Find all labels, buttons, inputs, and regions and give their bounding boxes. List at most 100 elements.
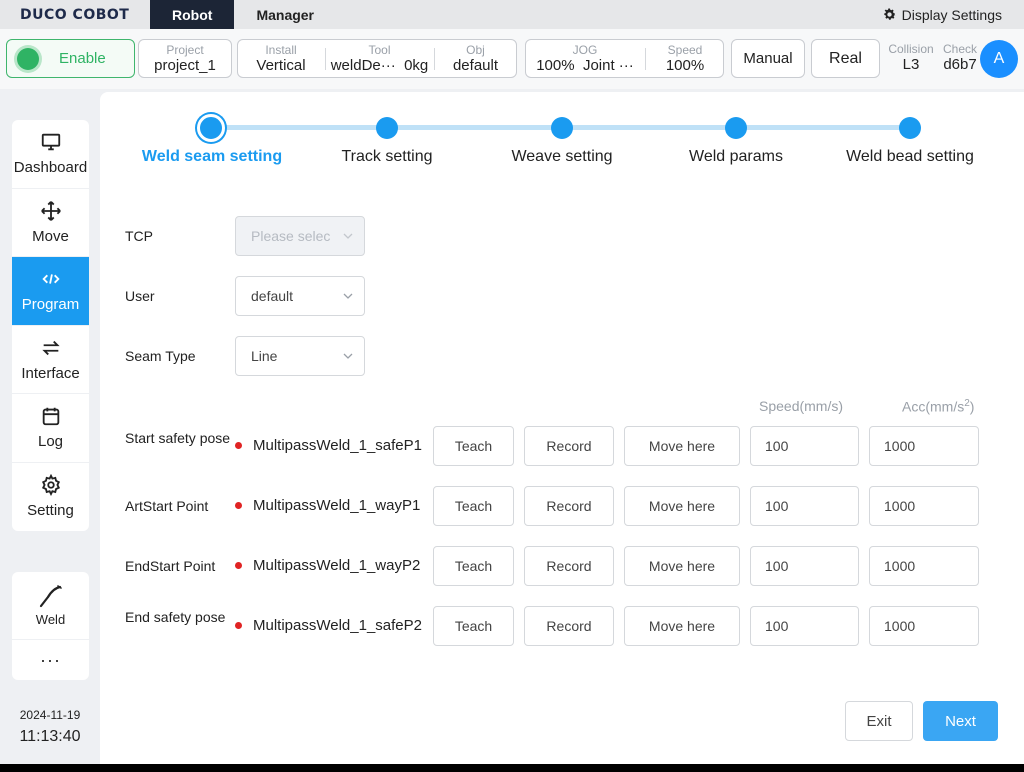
status-dot [235, 502, 242, 509]
check-value: d6b7 [943, 55, 977, 73]
seam-type-value: Line [251, 348, 278, 364]
tool-weight: 0kg [404, 56, 429, 74]
install-tool-obj-group[interactable]: Install Vertical Tool weldDe··· 0kg Obj … [237, 39, 517, 78]
gear-icon [883, 8, 895, 20]
exit-button[interactable]: Exit [845, 701, 913, 741]
point-name: MultipassWeld_1_wayP1 [253, 497, 421, 514]
acc-head-close: ) [969, 398, 975, 415]
acc-input[interactable]: 1000 [869, 606, 979, 646]
quick-nav: Weld ··· [12, 572, 89, 680]
step-dot-2[interactable] [376, 117, 398, 139]
step-dot-1[interactable] [197, 114, 225, 142]
record-button[interactable]: Record [524, 606, 614, 646]
point-name: MultipassWeld_1_safeP1 [253, 437, 422, 454]
move-here-button[interactable]: Move here [624, 426, 740, 466]
nav-label: Setting [27, 502, 74, 520]
project-selector[interactable]: Project project_1 [138, 39, 232, 78]
display-settings-label: Display Settings [901, 6, 1002, 23]
check-key: Check [942, 41, 977, 56]
jog-speed-group[interactable]: JOG 100% Joint ··· Speed 100% [525, 39, 724, 78]
tool-name: weldDe··· [330, 56, 396, 74]
seam-type-select[interactable]: Line [235, 336, 365, 376]
nav-item-dashboard[interactable]: Dashboard [12, 120, 89, 189]
nav-label: Log [37, 433, 64, 451]
nav-label: Dashboard [13, 159, 88, 177]
teach-button[interactable]: Teach [433, 426, 514, 466]
step-label-weld-seam[interactable]: Weld seam setting [122, 148, 302, 166]
status-dot [235, 622, 242, 629]
step-label-weld-params[interactable]: Weld params [646, 148, 826, 166]
code-icon [41, 274, 60, 285]
nav-item-weld[interactable]: Weld [12, 572, 89, 640]
enable-button[interactable]: Enable [6, 39, 135, 78]
acc-input[interactable]: 1000 [869, 486, 979, 526]
status-dot [235, 562, 242, 569]
tcp-select[interactable]: Please selec [235, 216, 365, 256]
bottom-edge [0, 764, 1024, 772]
chevron-down-icon [343, 293, 353, 299]
real-mode-button[interactable]: Real [811, 39, 880, 78]
acc-input[interactable]: 1000 [869, 546, 979, 586]
step-dot-4[interactable] [725, 117, 747, 139]
left-nav: Dashboard Move Program Interface Log Set… [12, 120, 89, 531]
speed-input[interactable]: 100 [750, 606, 859, 646]
weld-torch-icon [39, 585, 62, 608]
speed-input[interactable]: 100 [750, 486, 859, 526]
main-panel: Weld seam setting Track setting Weave se… [100, 92, 1024, 764]
speed-value: 100% [665, 56, 705, 74]
step-label-weave[interactable]: Weave setting [472, 148, 652, 166]
step-dot-3[interactable] [551, 117, 573, 139]
weld-label: Weld [35, 612, 66, 627]
tool-value: weldDe··· 0kg [331, 57, 429, 75]
collision-level: Collision L3 [884, 39, 938, 76]
avatar[interactable]: A [980, 40, 1018, 78]
point-row-label: ArtStart Point [125, 498, 209, 514]
user-select[interactable]: default [235, 276, 365, 316]
acc-input[interactable]: 1000 [869, 426, 979, 466]
calendar-icon [42, 408, 59, 426]
nav-item-program[interactable]: Program [12, 257, 89, 326]
speed-input[interactable]: 100 [750, 546, 859, 586]
tab-robot[interactable]: Robot [150, 0, 235, 29]
move-here-button[interactable]: Move here [624, 606, 740, 646]
jog-value: 100% Joint ··· [536, 57, 634, 75]
more-button[interactable]: ··· [12, 640, 89, 680]
user-value: default [251, 288, 294, 304]
record-button[interactable]: Record [524, 426, 614, 466]
date-text: 2024-11-19 [19, 708, 81, 722]
teach-button[interactable]: Teach [433, 606, 514, 646]
record-button[interactable]: Record [524, 486, 614, 526]
step-label-weld-bead[interactable]: Weld bead setting [820, 148, 1000, 166]
nav-item-log[interactable]: Log [12, 394, 89, 463]
nav-item-interface[interactable]: Interface [12, 326, 89, 394]
teach-button[interactable]: Teach [433, 486, 514, 526]
speed-input[interactable]: 100 [750, 426, 859, 466]
top-menu-bar: DUCO COBOT Robot Manager Display Setting… [0, 0, 1024, 29]
jog-key: JOG [572, 42, 598, 57]
enable-label: Enable [59, 50, 106, 67]
chevron-down-icon [343, 353, 353, 359]
display-settings-button[interactable]: Display Settings [882, 0, 1002, 29]
check-code: Check d6b7 [940, 39, 980, 76]
step-label-track[interactable]: Track setting [297, 148, 477, 166]
install-key: Install [265, 42, 297, 57]
project-value: project_1 [154, 56, 216, 74]
move-here-button[interactable]: Move here [624, 546, 740, 586]
project-key: Project [166, 42, 204, 57]
acc-head-text: Acc(mm/s [902, 398, 965, 415]
collision-key: Collision [888, 41, 934, 56]
gear-icon [41, 474, 60, 497]
manual-mode-button[interactable]: Manual [731, 39, 805, 78]
tcp-label: TCP [125, 228, 153, 244]
record-button[interactable]: Record [524, 546, 614, 586]
step-dot-5[interactable] [899, 117, 921, 139]
next-button[interactable]: Next [923, 701, 998, 741]
tab-manager[interactable]: Manager [234, 0, 336, 29]
move-here-button[interactable]: Move here [624, 486, 740, 526]
user-label: User [125, 288, 155, 304]
teach-button[interactable]: Teach [433, 546, 514, 586]
nav-item-move[interactable]: Move [12, 189, 89, 257]
nav-item-setting[interactable]: Setting [12, 463, 89, 532]
enable-status-dot [17, 47, 39, 70]
swap-icon [41, 340, 60, 355]
